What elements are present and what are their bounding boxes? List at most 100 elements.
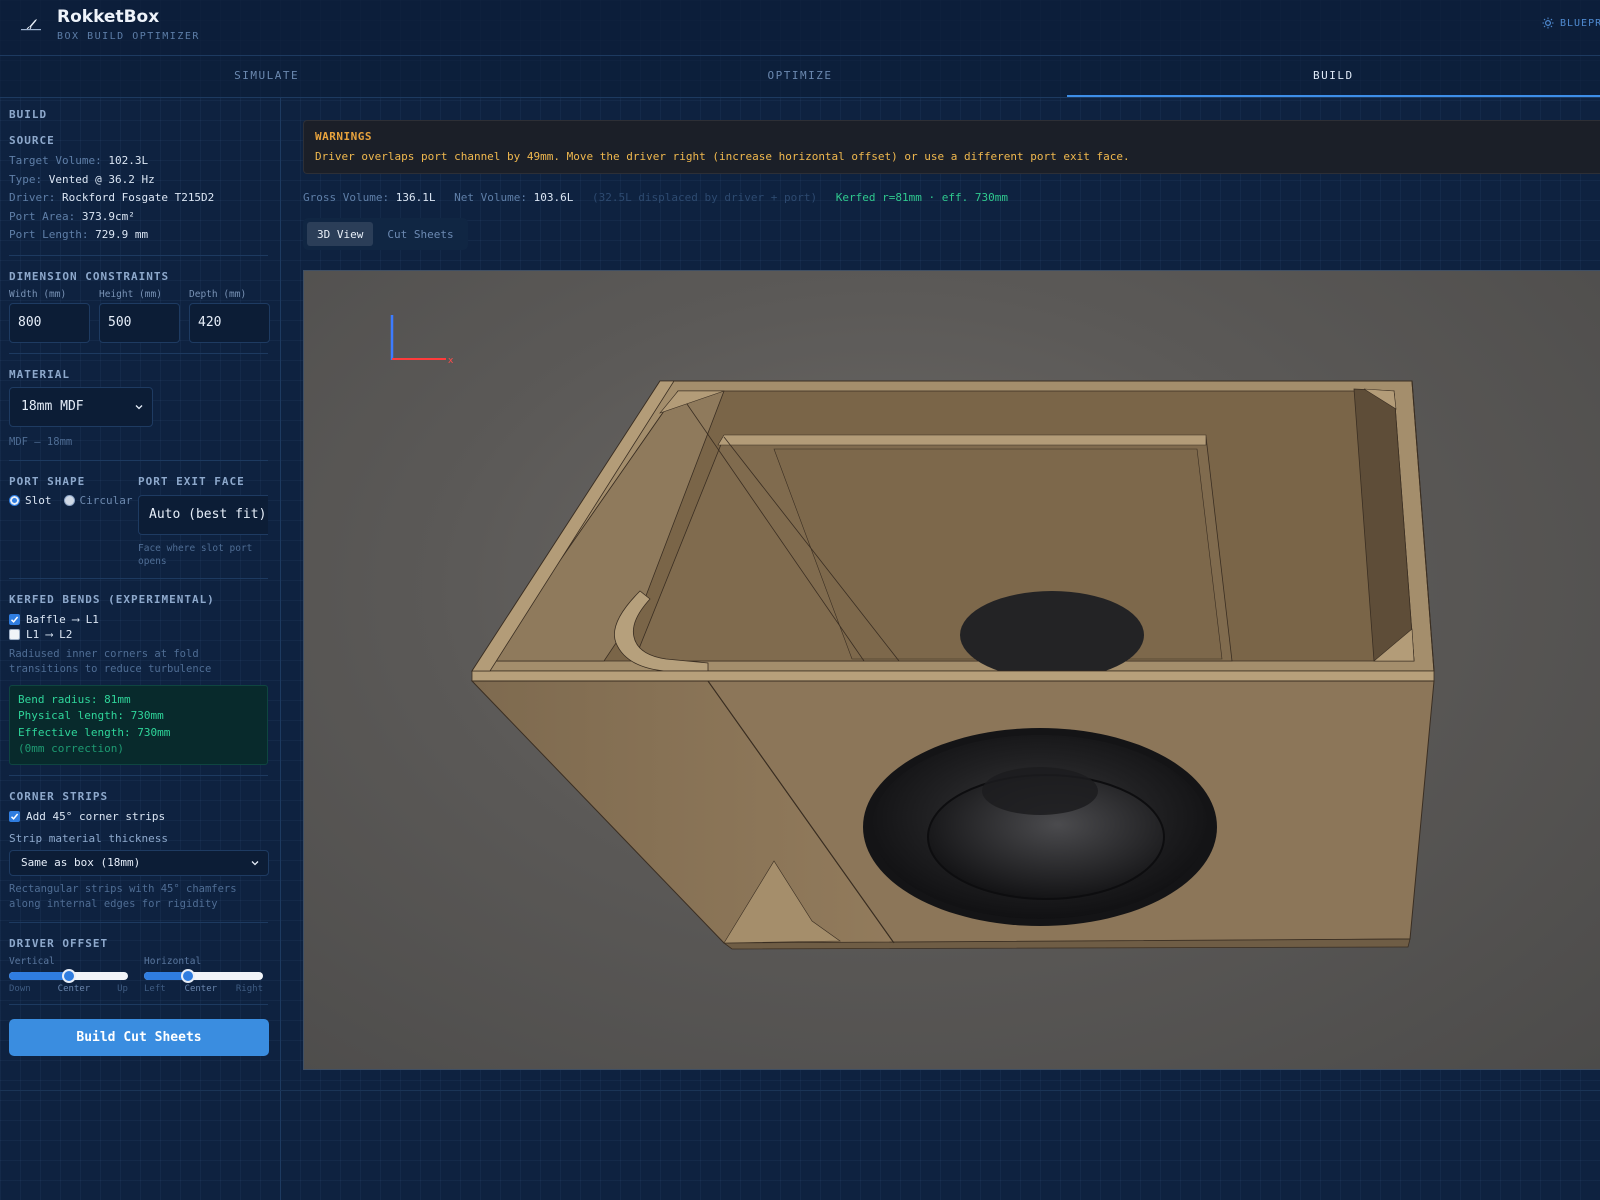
correction-text: (0mm correction) — [18, 742, 124, 755]
port-exit-face-value: Auto (best fit) — [149, 507, 267, 522]
depth-field-group: Depth (mm) — [189, 289, 270, 343]
build-sidebar: BUILD SOURCE Target Volume: 102.3L Type:… — [0, 98, 281, 1200]
kerf-summary-box: Bend radius: 81mm Physical length: 730mm… — [9, 684, 268, 765]
bend-radius-text: Bend radius: 81mm — [18, 692, 131, 706]
port-shape-slot-radio[interactable]: Slot — [9, 494, 52, 507]
source-row-port-area: Port Area: 373.9cm² — [9, 209, 135, 223]
chevron-down-icon — [135, 404, 143, 409]
port-exit-hint: Face where slot port opens — [138, 542, 253, 568]
app-header: RokketBox BOX BUILD OPTIMIZER BLUEPRI — [0, 0, 1600, 56]
gross-volume-label: Gross Volume: — [303, 191, 390, 204]
depth-input[interactable] — [189, 302, 270, 343]
divider — [9, 254, 268, 256]
height-label: Height (mm) — [99, 288, 162, 300]
front-baffle-top-edge — [471, 670, 1435, 682]
checkbox-checked-icon — [9, 613, 20, 625]
height-input[interactable] — [99, 302, 180, 343]
kerf-l1-l2-checkbox[interactable]: L1 ⟶ L2 — [9, 627, 268, 642]
horizontal-offset-group: Horizontal Left Center Right — [144, 956, 263, 994]
divider — [9, 577, 268, 579]
driver-offset-sliders: Vertical Down Center Up Horizontal Left … — [9, 956, 268, 994]
checkbox-unchecked-icon — [9, 628, 20, 640]
axis-x-label: x — [448, 356, 454, 366]
dimension-constraints-heading: DIMENSION CONSTRAINTS — [9, 269, 170, 283]
kerf-option-2-label: L1 ⟶ L2 — [26, 627, 73, 641]
tab-cut-sheets[interactable]: Cut Sheets — [377, 222, 463, 246]
source-row-type: Type: Vented @ 36.2 Hz — [9, 172, 155, 186]
3d-viewport[interactable]: x — [303, 270, 1600, 1070]
kerf-status-note: Kerfed r=81mm · eff. 730mm — [835, 191, 1008, 204]
tick-down: Down — [9, 983, 31, 994]
port-shape-options: Slot Circular — [9, 494, 138, 507]
port-exit-group: PORT EXIT FACE Auto (best fit) Face wher… — [138, 475, 268, 569]
physical-length-text: Physical length: 730mm — [18, 709, 164, 722]
slot-label: Slot — [25, 493, 52, 507]
divider — [9, 459, 268, 461]
corner-strips-label: Add 45° corner strips — [26, 809, 166, 823]
tab-build[interactable]: BUILD — [1066, 56, 1600, 97]
strip-thickness-select[interactable]: Same as box (18mm) — [9, 849, 269, 876]
source-row-port-length: Port Length: 729.9 mm — [9, 228, 149, 241]
port-shape-circular-radio[interactable]: Circular — [63, 494, 132, 507]
width-input[interactable] — [9, 302, 90, 343]
slider-handle[interactable] — [181, 968, 196, 983]
kerf-description: Radiused inner corners at fold transitio… — [9, 647, 212, 675]
footer-divider — [0, 1090, 1600, 1091]
vertical-offset-ticks: Down Center Up — [9, 984, 128, 994]
corner-strips-description: Rectangular strips with 45° chamfers alo… — [9, 882, 237, 910]
corner-strips-heading: CORNER STRIPS — [9, 789, 109, 803]
divider — [9, 921, 268, 923]
source-row-target-volume: Target Volume: 102.3L — [9, 154, 149, 167]
build-main-panel: WARNINGS Driver overlaps port channel by… — [303, 98, 1600, 1078]
gross-volume-value: 136.1L — [395, 191, 436, 204]
material-note: MDF — 18mm — [9, 435, 73, 448]
divider — [9, 1003, 268, 1005]
tick-right: Right — [235, 983, 263, 994]
driver-offset-heading: DRIVER OFFSET — [9, 936, 109, 950]
port-shape-group: PORT SHAPE Slot Circular — [9, 475, 138, 569]
material-select[interactable]: 18mm MDF — [9, 386, 153, 427]
kerf-option-1-label: Baffle ⟶ L1 — [26, 612, 99, 626]
port-divider-top-edge — [717, 434, 1207, 446]
dimension-inputs: Width (mm) Height (mm) Depth (mm) — [9, 289, 270, 343]
divider — [9, 774, 268, 776]
divider — [9, 352, 268, 354]
net-volume-label: Net Volume: — [454, 191, 527, 204]
tab-simulate[interactable]: SIMULATE — [0, 56, 533, 97]
tick-up: Up — [117, 983, 128, 994]
vertical-offset-group: Vertical Down Center Up — [9, 956, 128, 994]
corner-strips-checkbox[interactable]: Add 45° corner strips — [9, 809, 268, 824]
source-row-driver: Driver: Rockford Fosgate T215D2 — [9, 191, 215, 204]
strip-thickness-label: Strip material thickness — [9, 831, 168, 845]
depth-label: Depth (mm) — [189, 288, 247, 300]
port-exit-face-select[interactable]: Auto (best fit) — [138, 494, 268, 535]
kerf-baffle-l1-checkbox[interactable]: Baffle ⟶ L1 — [9, 612, 268, 627]
front-driver — [863, 728, 1217, 926]
checkbox-checked-icon — [9, 810, 20, 822]
view-toggle: 3D View Cut Sheets — [303, 218, 468, 250]
warnings-panel: WARNINGS Driver overlaps port channel by… — [303, 120, 1600, 174]
warnings-title: WARNINGS — [315, 130, 372, 143]
material-heading: MATERIAL — [9, 367, 70, 381]
height-field-group: Height (mm) — [99, 289, 180, 343]
strip-thickness-value: Same as box (18mm) — [21, 856, 141, 869]
blueprint-mode-toggle[interactable]: BLUEPRI — [1542, 17, 1600, 29]
horizontal-offset-ticks: Left Center Right — [144, 984, 263, 994]
build-cut-sheets-button[interactable]: Build Cut Sheets — [9, 1018, 269, 1056]
source-list: Target Volume: 102.3L Type: Vented @ 36.… — [9, 152, 268, 245]
slider-handle[interactable] — [61, 968, 76, 983]
source-heading: SOURCE — [9, 134, 55, 147]
slider-fill — [9, 971, 69, 980]
tick-left: Left — [144, 983, 166, 994]
port-settings: PORT SHAPE Slot Circular PORT EXIT FACE … — [9, 475, 268, 569]
horizontal-offset-slider[interactable] — [144, 968, 263, 983]
vertical-offset-slider[interactable] — [9, 968, 128, 983]
tab-optimize[interactable]: OPTIMIZE — [533, 56, 1066, 97]
tab-3d-view[interactable]: 3D View — [307, 222, 374, 246]
sidebar-heading: BUILD — [9, 108, 48, 121]
tick-center: Center — [184, 983, 218, 994]
axis-gizmo: x — [390, 315, 454, 366]
horizontal-offset-label: Horizontal — [144, 955, 202, 967]
mode-toggle-label: BLUEPRI — [1560, 17, 1600, 29]
material-selected-value: 18mm MDF — [21, 399, 84, 414]
